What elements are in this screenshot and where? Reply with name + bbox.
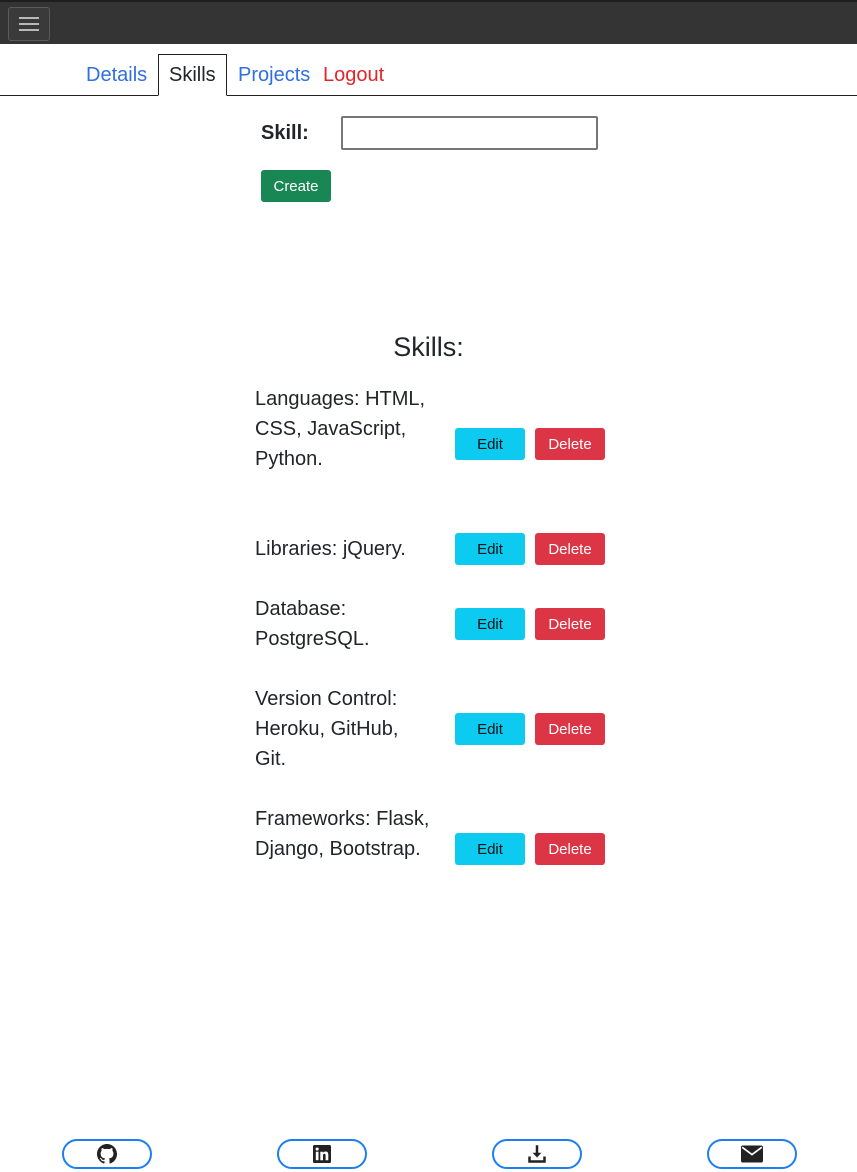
menu-toggle-button[interactable] — [8, 7, 50, 41]
delete-button[interactable]: Delete — [535, 428, 605, 460]
tab-logout[interactable]: Logout — [323, 64, 384, 86]
edit-button[interactable]: Edit — [455, 713, 525, 745]
download-button[interactable] — [492, 1139, 582, 1169]
hamburger-line-icon — [19, 23, 39, 25]
hamburger-line-icon — [19, 17, 39, 19]
tab-projects[interactable]: Projects — [238, 64, 310, 86]
edit-button[interactable]: Edit — [455, 428, 525, 460]
delete-button[interactable]: Delete — [535, 713, 605, 745]
edit-button[interactable]: Edit — [455, 608, 525, 640]
skill-text: Libraries: jQuery. — [255, 538, 406, 560]
skill-text: Database: PostgreSQL. — [255, 598, 370, 650]
download-icon — [528, 1145, 546, 1163]
skills-heading: Skills: — [393, 332, 464, 362]
delete-button[interactable]: Delete — [535, 833, 605, 865]
delete-button[interactable]: Delete — [535, 533, 605, 565]
skill-text: Frameworks: Flask, Django, Bootstrap. — [255, 808, 430, 860]
hamburger-line-icon — [19, 29, 39, 31]
navbar — [0, 0, 857, 44]
edit-button[interactable]: Edit — [455, 833, 525, 865]
skill-text: Languages: HTML, CSS, JavaScript, Python… — [255, 388, 426, 470]
linkedin-button[interactable] — [277, 1139, 367, 1169]
skill-label: Skill: — [261, 122, 309, 144]
linkedin-icon — [313, 1145, 331, 1163]
tab-skills[interactable]: Skills — [158, 54, 227, 96]
tab-bar: Details Skills Projects Logout — [0, 44, 857, 96]
email-button[interactable] — [707, 1139, 797, 1169]
skill-text: Version Control: Heroku, GitHub, Git. — [255, 688, 399, 770]
github-button[interactable] — [62, 1139, 152, 1169]
edit-button[interactable]: Edit — [455, 533, 525, 565]
delete-button[interactable]: Delete — [535, 608, 605, 640]
envelope-icon — [741, 1145, 763, 1163]
tab-details[interactable]: Details — [86, 64, 147, 86]
skill-input[interactable] — [341, 116, 598, 150]
create-button[interactable]: Create — [261, 170, 331, 202]
github-icon — [97, 1144, 117, 1164]
